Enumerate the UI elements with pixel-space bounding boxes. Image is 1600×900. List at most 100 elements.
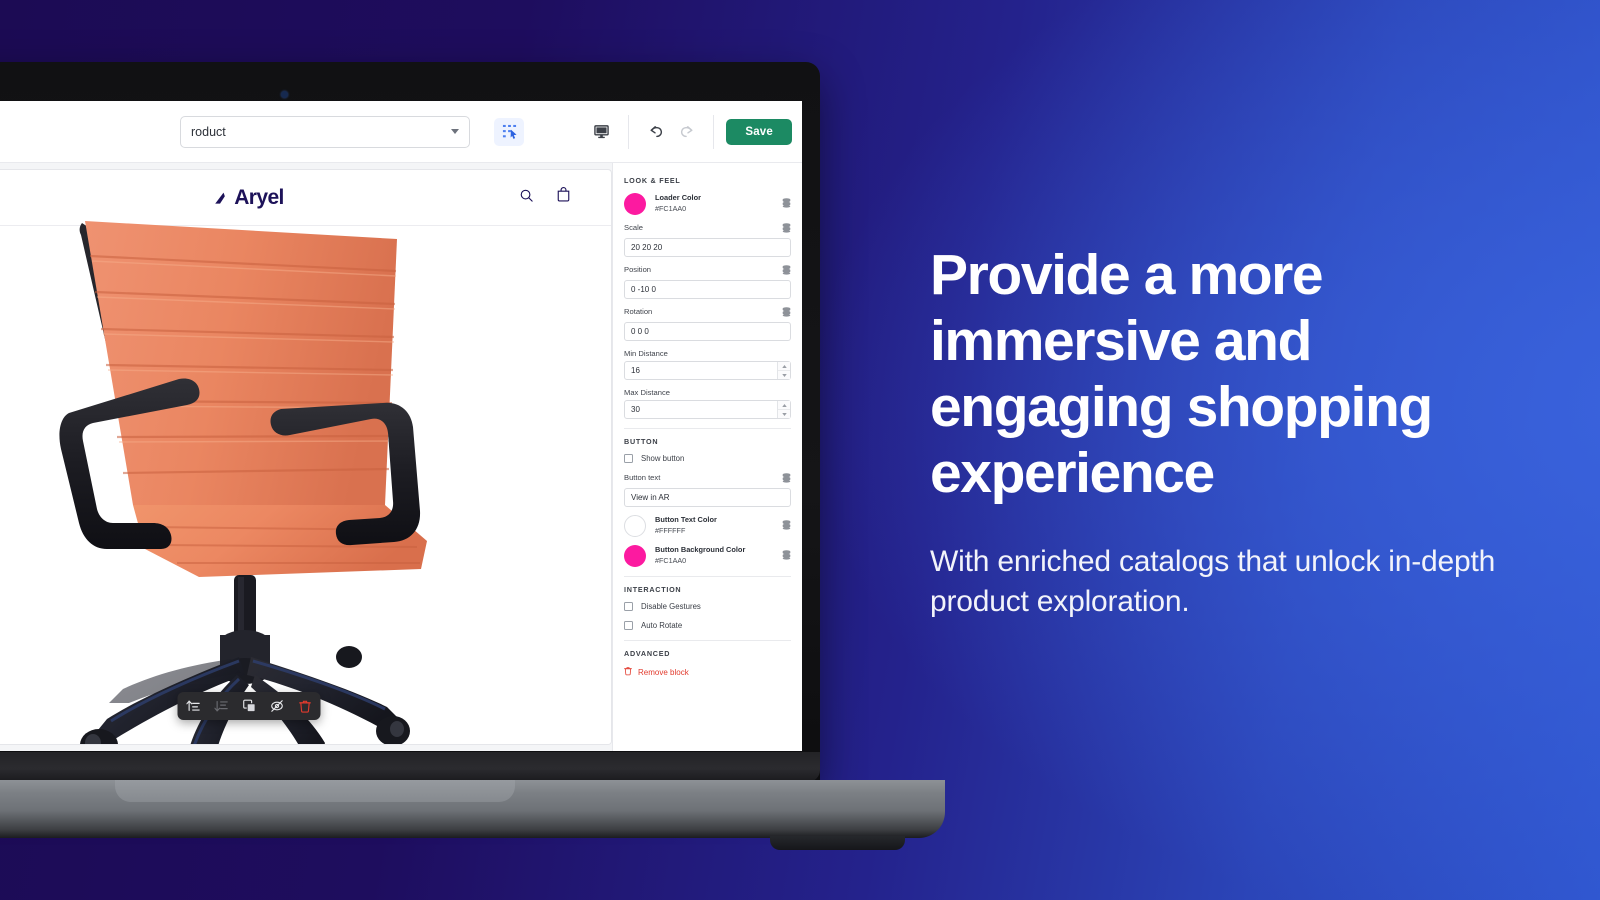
show-button-row[interactable]: Show button [624,454,791,463]
min-distance-label: Min Distance [624,349,668,358]
auto-rotate-label: Auto Rotate [641,621,683,630]
button-text-color-swatch[interactable] [624,515,646,537]
remove-block-button[interactable]: Remove block [624,666,791,678]
laptop-screen: roduct Save Aryel LOOK & FEEL Loader Col… [0,101,802,751]
scale-input[interactable]: 20 20 20 [624,238,791,257]
loader-color-row[interactable]: Loader Color #FC1AA0 [624,193,791,215]
panel-divider [624,428,791,429]
move-forward-icon[interactable] [186,699,201,714]
shopping-bag-glyph [557,187,570,202]
editor-workspace: Aryel LOOK & FEEL Loader Color #FC1AA0 S… [0,163,802,751]
disable-gestures-label: Disable Gestures [641,602,701,611]
rotation-label: Rotation [624,307,653,316]
laptop-mockup: roduct Save Aryel LOOK & FEEL Loader Col… [0,62,965,850]
database-stack-icon[interactable] [782,550,791,562]
button-background-color-row[interactable]: Button Background Color #FC1AA0 [624,545,791,567]
max-distance-field[interactable]: Max Distance 30 [624,388,791,419]
undo-arrow-icon[interactable] [641,118,671,146]
model-stage[interactable] [0,221,611,744]
duplicate-icon[interactable] [242,699,257,714]
caret-up-glyph [781,364,787,368]
database-stack-glyph [782,473,791,483]
move-backward-icon[interactable] [214,699,229,714]
database-stack-icon[interactable] [782,223,791,235]
move-forward-glyph [186,700,200,711]
loader-color-label: Loader Color [655,193,701,203]
max-distance-stepper[interactable] [777,401,790,418]
max-distance-input[interactable]: 30 [624,400,791,419]
laptop-lid: roduct Save Aryel LOOK & FEEL Loader Col… [0,62,820,782]
editor-toolbar: roduct Save [0,101,802,163]
position-label: Position [624,265,652,274]
position-input[interactable]: 0 -10 0 [624,280,791,299]
database-stack-glyph [782,550,791,560]
stepper-up-icon[interactable] [778,362,790,371]
button-background-color-hex: #FC1AA0 [655,556,687,565]
orange-office-chair[interactable] [49,205,449,745]
delete-icon[interactable] [298,699,313,714]
search-icon[interactable] [519,188,534,208]
button-text-label: Button text [624,473,661,482]
rotation-field[interactable]: Rotation 0 0 0 [624,307,791,341]
stepper-down-icon[interactable] [778,371,790,379]
search-glyph [520,189,533,202]
headline: Provide a more immersive and engaging sh… [930,243,1433,506]
preview-canvas[interactable]: Aryel [0,169,612,745]
hide-icon[interactable] [270,699,285,714]
chevron-down-icon [451,129,459,134]
disable-gestures-checkbox[interactable] [624,602,633,611]
move-backward-glyph [214,701,228,712]
disable-gestures-row[interactable]: Disable Gestures [624,602,791,611]
redo-arrow-icon[interactable] [671,118,701,146]
database-stack-icon[interactable] [782,265,791,277]
auto-rotate-row[interactable]: Auto Rotate [624,621,791,630]
desktop-monitor-glyph [594,125,609,139]
show-button-checkbox[interactable] [624,454,633,463]
min-distance-stepper[interactable] [777,362,790,379]
min-distance-input[interactable]: 16 [624,361,791,380]
database-stack-glyph [782,223,791,233]
remove-block-label: Remove block [638,667,689,677]
properties-panel[interactable]: LOOK & FEEL Loader Color #FC1AA0 Scale 2… [612,163,802,751]
section-look-and-feel: LOOK & FEEL [624,176,681,185]
database-stack-glyph [782,198,791,208]
toolbar-right-group: Save [586,114,792,149]
caret-down-glyph [781,412,787,416]
laptop-base-notch [115,780,515,802]
toolbar-divider-2 [713,114,715,149]
database-stack-icon[interactable] [782,473,791,485]
shopping-bag-icon[interactable] [556,187,571,208]
marquee-select-glyph [502,124,517,139]
database-stack-icon[interactable] [782,198,791,210]
subcopy: With enriched catalogs that unlock in-de… [930,545,1496,619]
button-background-color-swatch[interactable] [624,545,646,567]
max-distance-label: Max Distance [624,388,671,397]
button-text-color-row[interactable]: Button Text Color #FFFFFF [624,515,791,537]
stepper-up-icon[interactable] [778,401,790,410]
button-text-field[interactable]: Button text View in AR [624,473,791,507]
project-select[interactable]: roduct [180,115,470,148]
auto-rotate-checkbox[interactable] [624,621,633,630]
loader-color-swatch[interactable] [624,193,646,215]
rotation-input[interactable]: 0 0 0 [624,322,791,341]
save-button[interactable]: Save [726,118,792,145]
desktop-monitor-icon[interactable] [586,118,616,146]
button-text-head: Button text [624,473,791,485]
button-text-input[interactable]: View in AR [624,488,791,507]
stepper-down-icon[interactable] [778,410,790,418]
aryel-editor-app: roduct Save Aryel LOOK & FEEL Loader Col… [0,101,802,751]
database-stack-icon[interactable] [782,307,791,319]
scale-field[interactable]: Scale 20 20 20 [624,223,791,257]
laptop-base [0,780,945,850]
database-stack-icon[interactable] [782,520,791,532]
scale-label: Scale [624,223,643,232]
scale-head: Scale [624,223,791,235]
database-stack-glyph [782,265,791,275]
min-distance-field[interactable]: Min Distance 16 [624,349,791,380]
aryel-mark-icon [215,192,225,204]
min-distance-wrap: 16 [624,361,791,380]
webcam-dot [281,91,288,98]
position-field[interactable]: Position 0 -10 0 [624,265,791,299]
marquee-select-icon[interactable] [494,117,524,146]
caret-down-glyph [781,373,787,377]
